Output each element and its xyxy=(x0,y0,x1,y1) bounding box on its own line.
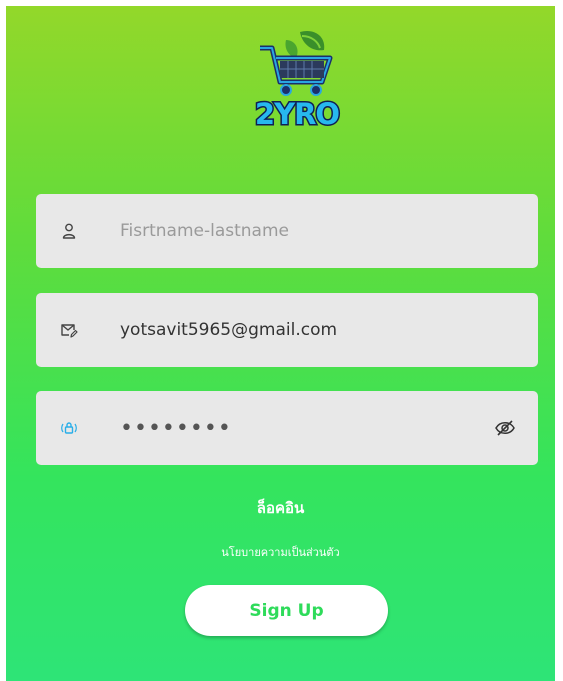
fullname-field-container xyxy=(36,194,538,268)
password-field-container xyxy=(36,391,538,465)
fullname-input[interactable] xyxy=(120,194,480,268)
email-field-container xyxy=(36,293,538,367)
mail-edit-icon xyxy=(61,324,78,338)
login-link[interactable]: ล็อคอิน xyxy=(6,496,555,520)
privacy-policy-link[interactable]: นโยบายความเป็นส่วนตัว xyxy=(6,543,555,561)
lock-icon xyxy=(61,422,77,434)
user-icon xyxy=(62,223,76,239)
signup-button[interactable]: Sign Up xyxy=(185,585,388,636)
eye-off-icon[interactable] xyxy=(494,418,516,438)
email-input[interactable] xyxy=(120,293,480,367)
signup-screen: 2YRO ล็อคอิน นโยบายค xyxy=(6,6,555,681)
logo-text: 2YRO xyxy=(255,97,340,131)
password-input[interactable] xyxy=(120,391,480,465)
app-logo: 2YRO xyxy=(253,30,342,133)
